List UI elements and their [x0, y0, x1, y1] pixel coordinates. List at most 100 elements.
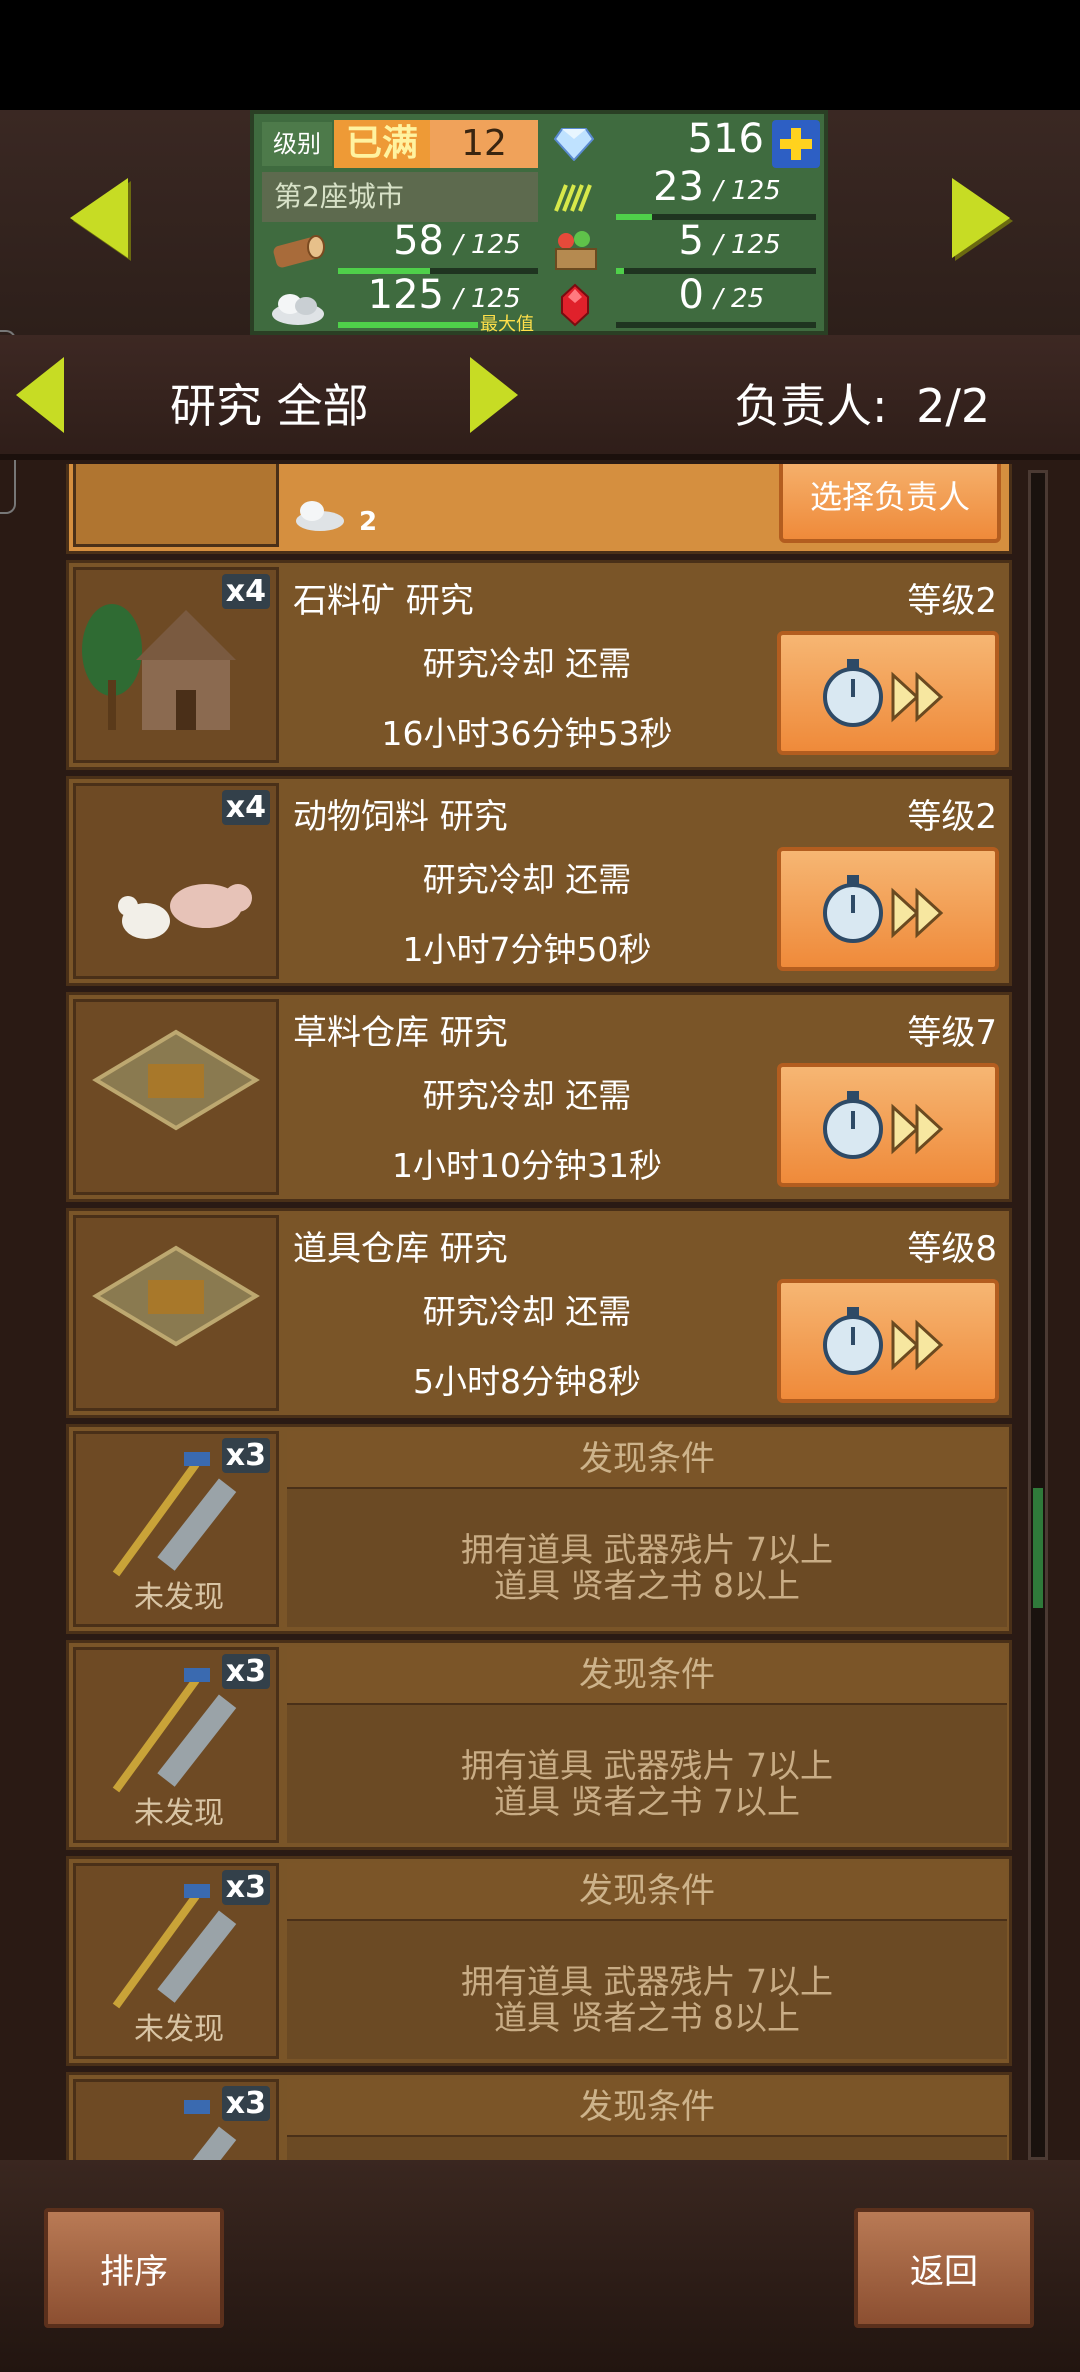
level-label: 级别	[262, 122, 332, 166]
research-row: 草料仓库 研究 等级7 研究冷却 还需 1小时10分钟31秒	[66, 992, 1012, 1202]
research-time: 16小时36分钟53秒	[381, 714, 673, 753]
discovery-condition-header: 发现条件	[287, 2079, 1007, 2137]
stopwatch-fast-forward-icon	[823, 875, 944, 943]
research-level: 等级2	[907, 797, 997, 837]
research-title: 道具仓库 研究	[293, 1229, 508, 1269]
ruby-icon	[552, 280, 598, 330]
wood-value: 58	[393, 218, 444, 264]
speed-up-button[interactable]	[777, 1279, 999, 1403]
stopwatch-fast-forward-icon	[823, 659, 944, 727]
warehouse-icon	[73, 999, 279, 1195]
stone-count: 2	[359, 507, 378, 537]
multiplier-badge: x3	[221, 1438, 270, 1473]
food-value: 5	[678, 218, 704, 264]
locked-research-row: x3 发现条件	[66, 2072, 1012, 2164]
animals-icon: x4	[73, 783, 279, 979]
locked-research-row: x3 未发现 发现条件 拥有道具 武器残片 7以上 道具 贤者之书 7以上	[66, 1640, 1012, 1850]
next-city-arrow-icon[interactable]	[952, 178, 1010, 258]
research-time: 1小时10分钟31秒	[392, 1146, 662, 1185]
multiplier-badge: x4	[221, 574, 270, 609]
house-icon: x4	[73, 567, 279, 763]
assignee-label: 负责人:	[734, 379, 888, 433]
condition-line: 道具 贤者之书 7以上	[494, 1782, 800, 1821]
warehouse-icon	[73, 464, 279, 547]
undiscovered-label: 未发现	[134, 2012, 224, 2047]
grass-value: 23	[653, 164, 704, 210]
scrollbar-thumb[interactable]	[1033, 1488, 1043, 1608]
research-status: 研究冷却 还需	[422, 1292, 632, 1331]
diamond-icon	[552, 120, 596, 168]
ruby-max: / 25	[714, 284, 765, 314]
speed-up-button[interactable]	[777, 847, 999, 971]
grass-max: / 125	[714, 176, 781, 206]
partial-research-row: 2 选择负责人	[66, 464, 1012, 554]
research-status: 研究冷却 还需	[422, 860, 632, 899]
research-level: 等级2	[907, 581, 997, 621]
sword-icon: x3	[73, 2079, 279, 2164]
research-status: 研究冷却 还需	[422, 1076, 632, 1115]
stone-max-note: 最大值	[480, 314, 534, 335]
wood-log-icon	[268, 226, 328, 276]
wood-max: / 125	[454, 230, 521, 260]
ruby-value: 0	[678, 272, 704, 318]
research-row: 道具仓库 研究 等级8 研究冷却 还需 5小时8分钟8秒	[66, 1208, 1012, 1418]
sword-icon: x3 未发现	[73, 1647, 279, 1843]
undiscovered-label: 未发现	[134, 1796, 224, 1831]
stone-bar	[338, 322, 478, 328]
research-time: 5小时8分钟8秒	[413, 1362, 641, 1401]
discovery-condition-header: 发现条件	[287, 1647, 1007, 1705]
discovery-condition-header: 发现条件	[287, 1431, 1007, 1489]
multiplier-badge: x3	[221, 2086, 270, 2121]
grass-icon	[552, 174, 596, 222]
multiplier-badge: x3	[221, 1654, 270, 1689]
condition-line: 道具 贤者之书 8以上	[494, 1998, 800, 2037]
sword-icon: x3 未发现	[73, 1431, 279, 1627]
level-value: 12	[430, 120, 538, 168]
add-gems-plus-icon[interactable]	[772, 120, 820, 168]
speed-up-button[interactable]	[777, 631, 999, 755]
research-status: 研究冷却 还需	[422, 644, 632, 683]
locked-research-row: x3 未发现 发现条件 拥有道具 武器残片 7以上 道具 贤者之书 8以上	[66, 1424, 1012, 1634]
research-title: 石料矿 研究	[293, 581, 474, 621]
back-button[interactable]: 返回	[854, 2208, 1034, 2328]
status-bar	[0, 0, 1080, 110]
sword-icon: x3 未发现	[73, 1863, 279, 2059]
research-level: 等级8	[907, 1229, 997, 1269]
city-name: 第2座城市	[262, 172, 538, 222]
assignee-value: 2/2	[916, 379, 991, 433]
undiscovered-label: 未发现	[134, 1580, 224, 1615]
tab-title: 研究 全部	[170, 379, 369, 433]
food-basket-icon	[550, 226, 602, 276]
discovery-condition-header: 发现条件	[287, 1863, 1007, 1921]
gems-value: 516	[687, 116, 764, 162]
research-time: 1小时7分钟50秒	[402, 930, 652, 969]
stone-icon	[268, 282, 328, 332]
food-max: / 125	[714, 230, 781, 260]
research-title: 动物饲料 研究	[293, 797, 508, 837]
research-level: 等级7	[907, 1013, 997, 1053]
warehouse-icon	[73, 1215, 279, 1411]
prev-tab-arrow-icon[interactable]	[16, 357, 64, 433]
research-row: x4 石料矿 研究 等级2 研究冷却 还需 16小时36分钟53秒	[66, 560, 1012, 770]
stopwatch-fast-forward-icon	[823, 1091, 944, 1159]
research-list[interactable]: 2 选择负责人 x4 石料矿 研究 等级2 研究冷却 还需 16小时36分钟53…	[66, 464, 1012, 2164]
prev-city-arrow-icon[interactable]	[70, 178, 128, 258]
locked-research-row: x3 未发现 发现条件 拥有道具 武器残片 7以上 道具 贤者之书 8以上	[66, 1856, 1012, 2066]
stone-value: 125	[367, 272, 444, 318]
select-assignee-button[interactable]: 选择负责人	[779, 464, 1001, 543]
stone-icon	[291, 485, 351, 541]
research-row: x4 动物饲料 研究 等级2 研究冷却 还需 1小时7分钟50秒	[66, 776, 1012, 986]
next-tab-arrow-icon[interactable]	[470, 357, 518, 433]
research-title: 草料仓库 研究	[293, 1013, 508, 1053]
multiplier-badge: x4	[221, 790, 270, 825]
condition-line: 道具 贤者之书 8以上	[494, 1566, 800, 1605]
multiplier-badge: x3	[221, 1870, 270, 1905]
level-status: 已满	[334, 120, 430, 168]
ruby-bar	[616, 322, 816, 328]
speed-up-button[interactable]	[777, 1063, 999, 1187]
sort-button[interactable]: 排序	[44, 2208, 224, 2328]
assignee-count: 负责人: 2/2	[734, 370, 990, 436]
stopwatch-fast-forward-icon	[823, 1307, 944, 1375]
resource-panel: 级别 已满 12 516 第2座城市 23 / 125 58 / 125 5 /…	[250, 110, 828, 335]
list-scrollbar[interactable]	[1028, 470, 1048, 2160]
